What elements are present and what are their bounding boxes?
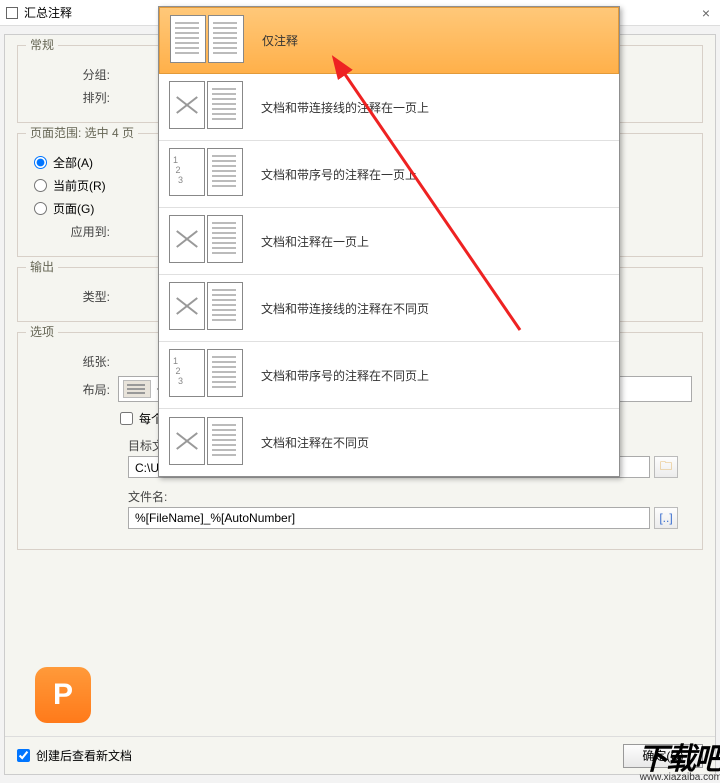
- dropdown-item-label: 文档和注释在一页上: [261, 233, 369, 250]
- dropdown-item-label: 文档和带序号的注释在一页上: [261, 166, 417, 183]
- checkbox-view-after-input[interactable]: [17, 749, 30, 762]
- dropdown-item-label: 仅注释: [262, 32, 298, 49]
- radio-pages-label: 页面(G): [53, 200, 94, 217]
- close-icon[interactable]: ×: [698, 5, 714, 21]
- checkbox-separate-input[interactable]: [120, 412, 133, 425]
- label-apply-to: 应用到:: [28, 223, 118, 240]
- macro-icon: [..]: [659, 511, 672, 525]
- radio-all-label: 全部(A): [53, 154, 93, 171]
- folder-open-icon: 🗀: [660, 457, 672, 478]
- app-logo-icon: P: [35, 667, 91, 723]
- layout-dropdown[interactable]: 仅注释文档和带连接线的注释在一页上 1 2 3 文档和带序号的注释在一页上文档和注释…: [158, 6, 620, 477]
- radio-pages-input[interactable]: [34, 202, 47, 215]
- layout-select-icon: [123, 380, 151, 398]
- label-layout: 布局:: [28, 381, 118, 398]
- dropdown-item-6[interactable]: 文档和注释在不同页: [159, 409, 619, 476]
- watermark: 下载吧 www.xiazaiba.com: [638, 734, 720, 783]
- label-type: 类型:: [28, 288, 118, 305]
- filename-field[interactable]: %[FileName]_%[AutoNumber]: [128, 507, 650, 529]
- dropdown-item-2[interactable]: 1 2 3 文档和带序号的注释在一页上: [159, 141, 619, 208]
- dropdown-item-5[interactable]: 1 2 3 文档和带序号的注释在不同页上: [159, 342, 619, 409]
- label-filename: 文件名:: [128, 488, 692, 505]
- watermark-url: www.xiazaiba.com: [638, 772, 720, 783]
- dropdown-item-label: 文档和带连接线的注释在一页上: [261, 99, 429, 116]
- dropdown-item-icon: [169, 81, 249, 133]
- radio-all-input[interactable]: [34, 156, 47, 169]
- legend-output: 输出: [26, 258, 58, 275]
- radio-current-label: 当前页(R): [53, 177, 106, 194]
- radio-current-input[interactable]: [34, 179, 47, 192]
- dropdown-item-3[interactable]: 文档和注释在一页上: [159, 208, 619, 275]
- dropdown-item-label: 文档和带连接线的注释在不同页: [261, 300, 429, 317]
- checkbox-view-after-create[interactable]: 创建后查看新文档: [17, 747, 132, 764]
- label-paper: 纸张:: [28, 353, 118, 370]
- bottom-bar: 创建后查看新文档 确定(O): [5, 736, 715, 774]
- dropdown-item-label: 文档和带序号的注释在不同页上: [261, 367, 429, 384]
- dropdown-item-1[interactable]: 文档和带连接线的注释在一页上: [159, 74, 619, 141]
- dropdown-item-icon: [170, 15, 250, 67]
- browse-folder-button[interactable]: 🗀: [654, 456, 678, 478]
- dropdown-item-icon: 1 2 3: [169, 349, 249, 401]
- legend-page-range: 页面范围: 选中 4 页: [26, 124, 138, 141]
- legend-options: 选项: [26, 323, 58, 340]
- app-icon: [6, 7, 18, 19]
- dropdown-item-icon: [169, 282, 249, 334]
- filename-macro-button[interactable]: [..]: [654, 507, 678, 529]
- legend-general: 常规: [26, 36, 58, 53]
- label-group: 分组:: [28, 66, 118, 83]
- label-sort: 排列:: [28, 89, 118, 106]
- dropdown-item-icon: 1 2 3: [169, 148, 249, 200]
- dropdown-item-0[interactable]: 仅注释: [159, 7, 619, 74]
- checkbox-view-after-label: 创建后查看新文档: [36, 747, 132, 764]
- dropdown-item-icon: [169, 417, 249, 469]
- filename-value: %[FileName]_%[AutoNumber]: [135, 511, 295, 525]
- dropdown-item-label: 文档和注释在不同页: [261, 434, 369, 451]
- dropdown-item-icon: [169, 215, 249, 267]
- dropdown-item-4[interactable]: 文档和带连接线的注释在不同页: [159, 275, 619, 342]
